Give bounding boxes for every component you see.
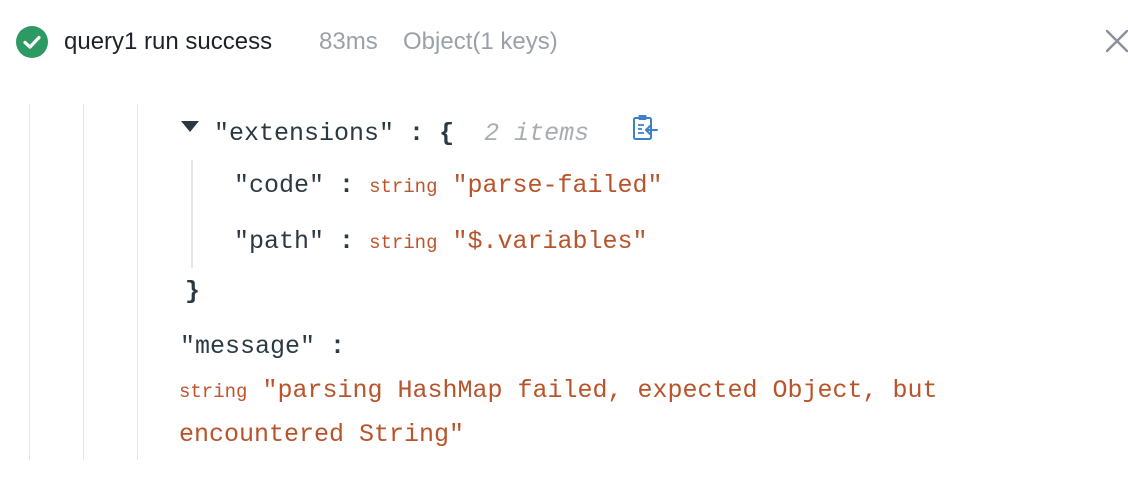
result-header: query1 run success 83ms Object(1 keys): [0, 0, 1128, 84]
json-key: "extensions": [214, 119, 395, 148]
query-status-title: query1 run success: [64, 28, 273, 55]
indent-guide: [191, 160, 193, 268]
json-key: "message": [180, 332, 316, 361]
value-type: string: [369, 232, 438, 254]
indent-guide: [83, 104, 84, 460]
json-string-value: "parse-failed": [452, 171, 663, 200]
value-type: string: [179, 381, 248, 403]
json-entry-code: "code" : string "parse-failed": [234, 170, 663, 203]
close-icon[interactable]: [1104, 28, 1128, 54]
json-key: "path": [234, 227, 325, 256]
json-separator: :: [339, 227, 355, 256]
json-string-value: "$.variables": [452, 227, 648, 256]
json-key: "code": [234, 171, 325, 200]
json-close-brace: }: [185, 277, 201, 306]
json-entry-path: "path" : string "$.variables": [234, 226, 648, 259]
json-separator: :: [339, 171, 355, 200]
indent-guide: [29, 104, 30, 460]
value-type: string: [369, 176, 438, 198]
json-separator: :: [330, 332, 346, 361]
json-node-extensions: "extensions" : { 2 items: [214, 118, 589, 150]
item-count: 2 items: [484, 119, 590, 148]
json-string-value-continuation: encountered String": [179, 420, 465, 449]
query-duration: 83ms: [319, 28, 378, 55]
json-message-value-line: string "parsing HashMap failed, expected…: [179, 375, 938, 408]
collapse-toggle[interactable]: [181, 121, 199, 132]
json-open-brace: {: [439, 119, 455, 148]
clipboard-copy-icon[interactable]: [631, 113, 659, 143]
json-string-value: "parsing HashMap failed, expected Object…: [262, 376, 938, 405]
check-circle-icon: [16, 26, 48, 58]
result-type-summary: Object(1 keys): [403, 28, 558, 55]
json-separator: :: [409, 119, 425, 148]
indent-guide: [137, 104, 138, 460]
json-node-message: "message" :: [180, 331, 345, 363]
